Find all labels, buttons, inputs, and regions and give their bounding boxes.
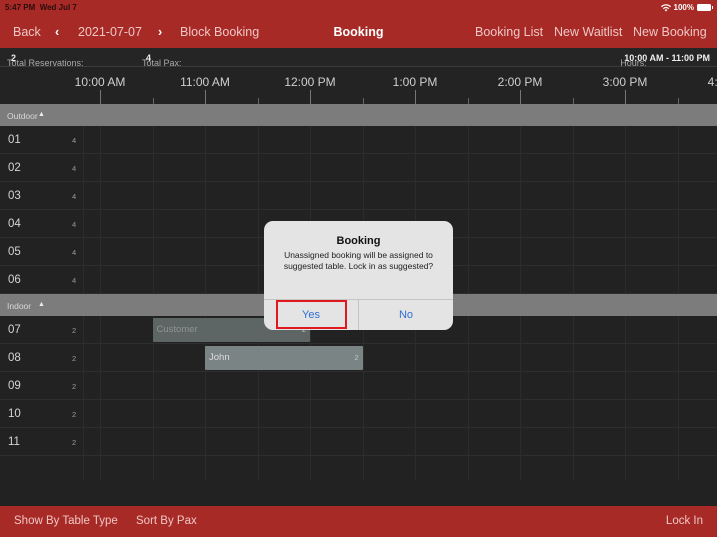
dialog-message: Unassigned booking will be assigned to s…	[283, 250, 434, 271]
total-reservations: Total Reservations: 2	[7, 53, 84, 68]
sort-by-pax-button[interactable]: Sort By Pax	[136, 515, 197, 527]
hour-tick	[205, 90, 206, 104]
hour-label: 1:00 PM	[392, 75, 438, 89]
no-button[interactable]: No	[358, 300, 453, 330]
yes-button-highlight	[276, 300, 347, 329]
hour-tick	[415, 90, 416, 104]
page-title: Booking	[333, 25, 384, 39]
new-waitlist-button[interactable]: New Waitlist	[554, 25, 622, 39]
status-bar: 5:47 PM Wed Jul 7 100%	[0, 0, 717, 18]
show-by-table-type-button[interactable]: Show By Table Type	[14, 515, 118, 527]
hour-tick	[520, 90, 521, 104]
hour-tick	[625, 90, 626, 104]
wifi-icon	[660, 3, 671, 11]
hour-label: 10:00 AM	[74, 75, 126, 89]
dialog-title: Booking	[336, 235, 381, 247]
next-date-icon[interactable]: ›	[158, 25, 162, 39]
prev-date-icon[interactable]: ‹	[55, 25, 59, 39]
status-right: 100%	[660, 3, 713, 12]
date-label[interactable]: 2021-07-07	[78, 25, 142, 39]
hour-label: 3:00 PM	[602, 75, 648, 89]
hour-tick	[100, 90, 101, 104]
summary-bar: Total Reservations: 2 Total Pax: 4 Hours: 1…	[0, 48, 717, 68]
lock-in-button[interactable]: Lock In	[666, 515, 703, 527]
hour-label: 4:00 PM	[707, 75, 717, 89]
hour-tick	[310, 90, 311, 104]
hour-label: 12:00 PM	[284, 75, 336, 89]
battery-percent: 100%	[673, 3, 694, 12]
timeline-header: 10:00 AM 11:00 AM 12:00 PM 1:00 PM 2:00 PM 3:…	[0, 67, 717, 104]
business-hours: Hours: 10:00 AM - 11:00 PM	[620, 53, 710, 68]
bottom-toolbar: Show By Table Type Sort By Pax Lock In	[0, 506, 717, 537]
block-booking-button[interactable]: Block Booking	[180, 25, 259, 39]
total-pax: Total Pax: 4	[142, 53, 182, 68]
booking-list-button[interactable]: Booking List	[475, 25, 543, 39]
hour-label: 2:00 PM	[497, 75, 543, 89]
hour-label: 11:00 AM	[180, 75, 230, 89]
new-booking-button[interactable]: New Booking	[633, 25, 707, 39]
status-time: 5:47 PM Wed Jul 7	[5, 3, 77, 12]
nav-bar: Back ‹ 2021-07-07 › Block Booking Bookin…	[0, 18, 717, 48]
back-button[interactable]: Back	[13, 25, 41, 39]
battery-icon	[697, 4, 713, 11]
